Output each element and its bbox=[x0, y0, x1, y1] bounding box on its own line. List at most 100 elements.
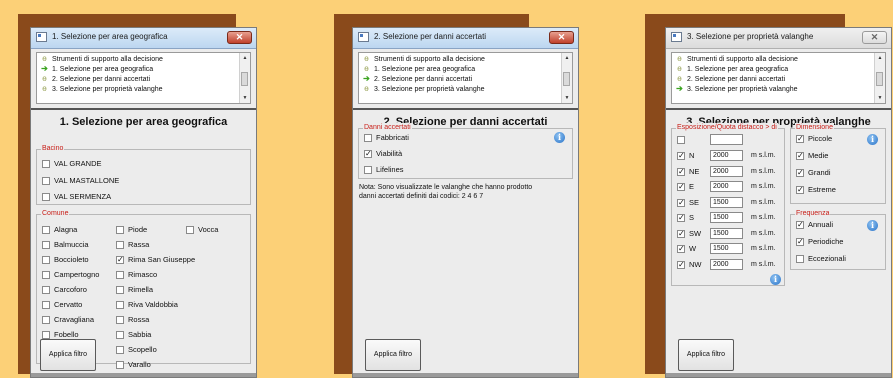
checkbox-comune[interactable]: Campertogno bbox=[42, 269, 99, 280]
checkbox-frequenza[interactable]: ✓ Annuali bbox=[796, 219, 833, 230]
checkbox-box[interactable] bbox=[42, 241, 50, 250]
quota-input[interactable]: 1500 bbox=[710, 243, 743, 254]
close-button[interactable]: ✕ bbox=[549, 31, 574, 44]
quota-input[interactable]: 1500 bbox=[710, 212, 743, 223]
checkbox-box[interactable]: ✓ bbox=[796, 221, 804, 230]
checkbox-box[interactable]: ✓ bbox=[796, 238, 804, 247]
checkbox-box[interactable]: ✓ bbox=[677, 260, 685, 269]
checkbox-box[interactable]: ✓ bbox=[677, 183, 685, 192]
checkbox-box[interactable]: ✓ bbox=[116, 256, 124, 265]
quota-all-input[interactable] bbox=[710, 134, 743, 145]
checkbox-direction[interactable]: ✓ S bbox=[677, 212, 694, 223]
checkbox-comune[interactable]: Boccioleto bbox=[42, 254, 89, 265]
checkbox-box[interactable]: ✓ bbox=[364, 150, 372, 159]
checkbox-comune[interactable]: Piode bbox=[116, 224, 147, 235]
checkbox-bacino[interactable]: VAL MASTALLONE bbox=[42, 175, 119, 186]
checkbox-box[interactable] bbox=[116, 316, 124, 325]
checkbox-box[interactable] bbox=[116, 361, 124, 370]
checkbox-comune[interactable]: Varallo bbox=[116, 359, 151, 370]
list-item[interactable]: ɵ 2. Selezione per danni accertati bbox=[40, 74, 150, 84]
apply-filter-button[interactable]: Applica filtro bbox=[40, 339, 96, 371]
checkbox-box[interactable] bbox=[116, 226, 124, 235]
checkbox-direction[interactable]: ✓ E bbox=[677, 181, 694, 192]
list-item[interactable]: ɵ Strumenti di supporto alla decisione bbox=[40, 54, 163, 64]
list-item[interactable]: ɵ Strumenti di supporto alla decisione bbox=[675, 54, 798, 64]
checkbox-box[interactable] bbox=[42, 301, 50, 310]
checkbox-box[interactable]: ✓ bbox=[677, 167, 685, 176]
checkbox-dimensione[interactable]: ✓ Medie bbox=[796, 150, 828, 161]
checkbox-box[interactable] bbox=[116, 286, 124, 295]
checkbox-comune[interactable]: Scopello bbox=[116, 344, 157, 355]
step-list[interactable]: ɵ Strumenti di supporto alla decisione ➔ 1… bbox=[36, 52, 251, 104]
scroll-down-icon[interactable]: ▼ bbox=[562, 94, 572, 102]
checkbox-box[interactable] bbox=[116, 331, 124, 340]
scroll-down-icon[interactable]: ▼ bbox=[875, 94, 885, 102]
checkbox-comune[interactable]: Cervatto bbox=[42, 299, 82, 310]
checkbox-box[interactable] bbox=[116, 346, 124, 355]
checkbox-box[interactable] bbox=[364, 134, 372, 143]
quota-input[interactable]: 2000 bbox=[710, 150, 743, 161]
list-item[interactable]: ➔ 1. Selezione per area geografica bbox=[40, 64, 153, 74]
close-button[interactable]: ✕ bbox=[227, 31, 252, 44]
checkbox-comune[interactable]: Vocca bbox=[186, 224, 218, 235]
apply-filter-button[interactable]: Applica filtro bbox=[678, 339, 734, 371]
quota-input[interactable]: 1500 bbox=[710, 227, 743, 239]
checkbox-box[interactable]: ✓ bbox=[796, 152, 804, 161]
checkbox-direction[interactable]: ✓ N bbox=[677, 150, 694, 161]
checkbox-direction[interactable]: ✓ SE bbox=[677, 197, 699, 208]
apply-filter-button[interactable]: Applica filtro bbox=[365, 339, 421, 371]
checkbox-box[interactable]: ✓ bbox=[796, 186, 804, 195]
checkbox-box[interactable] bbox=[364, 166, 372, 175]
checkbox-comune[interactable]: Alagna bbox=[42, 224, 77, 235]
checkbox-box[interactable] bbox=[42, 316, 50, 325]
checkbox-dimensione[interactable]: ✓ Piccole bbox=[796, 133, 832, 144]
checkbox-box[interactable]: ✓ bbox=[677, 245, 685, 254]
info-icon[interactable]: i bbox=[770, 274, 781, 285]
info-icon[interactable]: i bbox=[867, 220, 878, 231]
checkbox-comune[interactable]: Sabbia bbox=[116, 329, 151, 340]
checkbox-frequenza[interactable]: Eccezionali bbox=[796, 253, 846, 264]
checkbox-box[interactable] bbox=[42, 226, 50, 235]
list-item[interactable]: ɵ 1. Selezione per area geografica bbox=[362, 64, 475, 74]
info-icon[interactable]: i bbox=[867, 134, 878, 145]
checkbox-box[interactable]: ✓ bbox=[677, 229, 685, 238]
scrollbar[interactable]: ▲ ▼ bbox=[239, 53, 250, 103]
list-item[interactable]: ➔ 2. Selezione per danni accertati bbox=[362, 74, 472, 84]
checkbox-box[interactable]: ✓ bbox=[677, 152, 685, 161]
checkbox-box[interactable] bbox=[677, 136, 685, 145]
checkbox-box[interactable] bbox=[42, 271, 50, 280]
checkbox-dimensione[interactable]: ✓ Grandi bbox=[796, 167, 831, 178]
checkbox-box[interactable] bbox=[116, 271, 124, 280]
checkbox-box[interactable] bbox=[42, 160, 50, 169]
checkbox-frequenza[interactable]: ✓ Periodiche bbox=[796, 236, 843, 247]
quota-input[interactable]: 2000 bbox=[710, 181, 743, 192]
close-button[interactable]: ✕ bbox=[862, 31, 887, 44]
scrollbar[interactable]: ▲ ▼ bbox=[561, 53, 572, 103]
checkbox-box[interactable] bbox=[116, 301, 124, 310]
checkbox-box[interactable]: ✓ bbox=[796, 169, 804, 178]
checkbox-comune[interactable]: ✓ Rima San Giuseppe bbox=[116, 254, 195, 265]
checkbox-comune[interactable]: Rassa bbox=[116, 239, 149, 250]
scroll-up-icon[interactable]: ▲ bbox=[875, 54, 885, 62]
checkbox-comune[interactable]: Rimella bbox=[116, 284, 153, 295]
checkbox-comune[interactable]: Carcoforo bbox=[42, 284, 87, 295]
checkbox-box[interactable] bbox=[42, 286, 50, 295]
step-list[interactable]: ɵ Strumenti di supporto alla decisione ɵ1… bbox=[671, 52, 886, 104]
checkbox-box[interactable] bbox=[42, 177, 50, 186]
checkbox-box[interactable] bbox=[796, 255, 804, 264]
checkbox-danno[interactable]: Lifelines bbox=[364, 164, 404, 175]
scroll-thumb[interactable] bbox=[876, 72, 883, 86]
checkbox-direction[interactable]: ✓ W bbox=[677, 243, 696, 254]
checkbox-danno[interactable]: Fabbricati bbox=[364, 132, 409, 143]
list-item[interactable]: ➔ 3. Selezione per proprietà valanghe bbox=[675, 84, 797, 94]
checkbox-box[interactable]: ✓ bbox=[677, 214, 685, 223]
checkbox-box[interactable]: ✓ bbox=[796, 135, 804, 144]
checkbox-box[interactable] bbox=[42, 331, 50, 340]
checkbox-box[interactable] bbox=[42, 193, 50, 202]
checkbox-box[interactable]: ✓ bbox=[677, 198, 685, 207]
checkbox-danno[interactable]: ✓ Viabilità bbox=[364, 148, 402, 159]
checkbox-bacino[interactable]: VAL SERMENZA bbox=[42, 191, 111, 202]
checkbox-direction[interactable]: ✓ NW bbox=[677, 259, 702, 270]
scroll-down-icon[interactable]: ▼ bbox=[240, 94, 250, 102]
checkbox-comune[interactable]: Riva Valdobbia bbox=[116, 299, 178, 310]
